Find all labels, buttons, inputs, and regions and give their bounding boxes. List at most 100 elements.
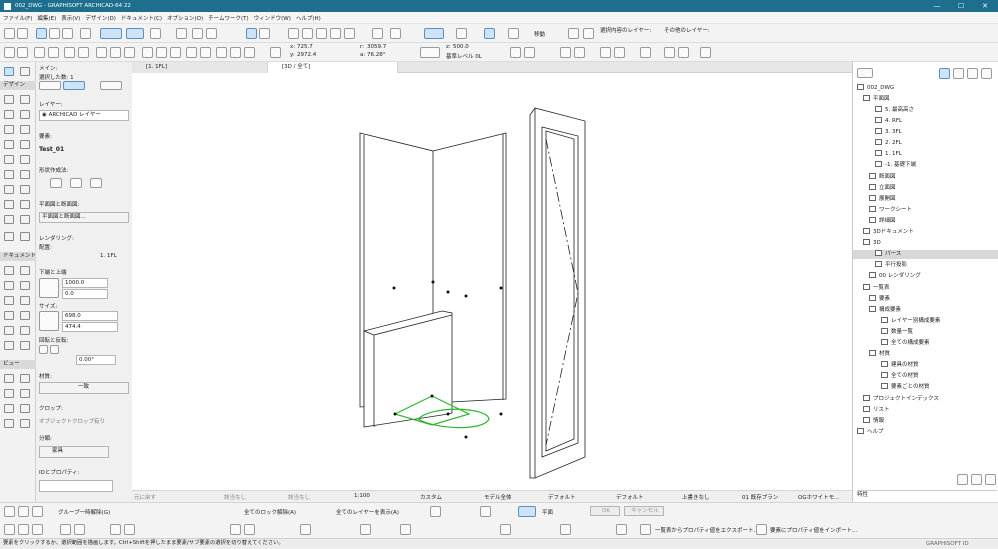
morph-tool-icon[interactable] [4,185,14,194]
import-icon[interactable] [756,524,767,535]
nav-help[interactable]: ヘルプ [857,428,884,437]
arc-tool-icon[interactable] [4,326,14,335]
floorplan-icon[interactable] [390,28,401,39]
grid-snap-icon[interactable] [500,524,511,535]
dim-tool-icon[interactable] [4,266,14,275]
section-tool-icon[interactable] [4,374,14,383]
nav-surfaces[interactable]: 材質 [869,350,890,359]
nav-surf-2[interactable]: 全ての材質 [881,372,919,381]
pencil-icon[interactable] [32,506,43,517]
zone2-tool-icon[interactable] [20,215,30,224]
nav-elements[interactable]: 要素 [869,295,890,304]
menu-window[interactable]: ウィンドウ(W) [254,14,291,22]
fill-tool-icon[interactable] [4,311,14,320]
elevation-tool-icon[interactable] [20,374,30,383]
nav-detail[interactable]: 詳細図 [869,217,896,226]
angle-dim-tool-icon[interactable] [4,281,14,290]
category-dropdown[interactable]: 家具 [39,446,109,458]
skylight-tool-icon[interactable] [20,185,30,194]
curtain-wall-icon[interactable] [124,47,135,58]
morph-icon[interactable] [216,47,227,58]
window-tool-icon[interactable] [4,110,14,119]
coordinate-mode-icon[interactable] [270,47,281,58]
elevate-icon[interactable] [300,524,311,535]
export-properties-button[interactable]: 一覧表からプロパティ値をエクスポート... [655,526,759,534]
rotate-copy-icon[interactable] [400,524,411,535]
reference-icon[interactable] [259,28,270,39]
elevation-dim-tool-icon[interactable] [20,281,30,290]
lock-icon[interactable] [583,28,594,39]
layer-icon[interactable] [192,28,203,39]
y-value[interactable]: 2972.4 [297,52,316,58]
close-button[interactable]: ✕ [974,0,996,12]
flip-toggle-icon[interactable] [50,345,59,354]
r-value[interactable]: 3059.7 [367,44,386,50]
new-view-icon[interactable] [957,474,968,485]
window-icon[interactable] [156,47,167,58]
design-section[interactable]: デザイン [0,81,36,90]
anchor-icon[interactable] [100,81,122,90]
nav-comp-3[interactable]: 全ての構成要素 [881,339,930,348]
default-dropdown-1[interactable]: デフォルト [548,493,576,501]
view-section[interactable]: ビュー [0,360,36,369]
group-icon[interactable] [510,47,521,58]
roof-icon[interactable] [64,47,75,58]
trim-icon[interactable] [678,47,689,58]
properties-header[interactable]: 特性 [857,490,997,499]
document-section[interactable]: ドキュメント [0,252,36,261]
stair-icon[interactable] [96,47,107,58]
mesh-tool-icon[interactable] [20,170,30,179]
nav-story-5[interactable]: 5. 最高高さ [875,106,914,115]
material-dropdown[interactable]: 一致 [39,382,129,394]
roof-tool-icon[interactable] [4,155,14,164]
zoom-hint-1[interactable]: 該当なし [224,493,246,501]
ok-button[interactable]: OK [590,506,620,516]
split-icon[interactable] [330,28,341,39]
intersect-icon[interactable] [244,524,255,535]
trace-reference-icon[interactable] [480,506,491,517]
tab-floorplan[interactable]: [1. 1FL] [132,62,268,73]
floorplan-dropdown[interactable]: 平面図と断面図... [39,212,129,223]
shell-icon[interactable] [230,47,241,58]
lamp-icon[interactable] [200,47,211,58]
nav-story-3[interactable]: 3. 3FL [875,128,902,137]
default-dropdown-2[interactable]: デフォルト [616,493,644,501]
arrow-icon[interactable] [80,28,91,39]
model-dropdown[interactable]: モデル全体 [484,493,512,501]
3d-projection-icon[interactable] [484,28,495,39]
zone-icon[interactable] [186,47,197,58]
stretch-all-icon[interactable] [124,524,135,535]
wall-tool-icon[interactable] [4,95,14,104]
scale-dropdown[interactable]: 1:100 [354,493,370,499]
angle-field[interactable]: 0.00° [76,355,116,365]
mirror-toggle-icon[interactable] [39,345,48,354]
geometry-method-3-icon[interactable] [90,178,102,188]
schedule-icon[interactable] [700,47,711,58]
spline-tool-icon[interactable] [4,341,14,350]
door-icon[interactable] [142,47,153,58]
nav-components[interactable]: 構成要素 [869,306,901,315]
pen-set-icon[interactable] [518,506,536,517]
navigator-menu-icon[interactable] [857,68,873,78]
nav-comp-1[interactable]: レイヤー別構成要素 [881,317,940,326]
align-left-icon[interactable] [4,524,15,535]
nav-rendering[interactable]: 00 レンダリング [869,272,921,281]
adjust-icon[interactable] [344,28,355,39]
project-map-icon[interactable] [939,68,950,79]
shell-tool-icon[interactable] [20,155,30,164]
detail-tool-icon[interactable] [4,404,14,413]
nav-story-b1[interactable]: -1. 基礎下端 [875,161,916,170]
standard-dropdown[interactable]: 平面 [542,508,553,516]
nav-sections[interactable]: 断面図 [869,173,896,182]
fillet-icon[interactable] [230,524,241,535]
unlock-all-button[interactable]: 全てのロック解除(A) [244,508,296,516]
publisher-icon[interactable] [981,68,992,79]
3d-viewport[interactable] [132,73,852,490]
teamwork-icon[interactable] [206,28,217,39]
elevation-top-field[interactable]: 1000.0 [62,278,108,288]
depth-field[interactable]: 474.4 [62,322,118,332]
x-value[interactable]: 725.7 [297,44,313,50]
settings-icon[interactable] [971,474,982,485]
beam-tool-icon[interactable] [20,125,30,134]
polyline-tool-icon[interactable] [20,326,30,335]
